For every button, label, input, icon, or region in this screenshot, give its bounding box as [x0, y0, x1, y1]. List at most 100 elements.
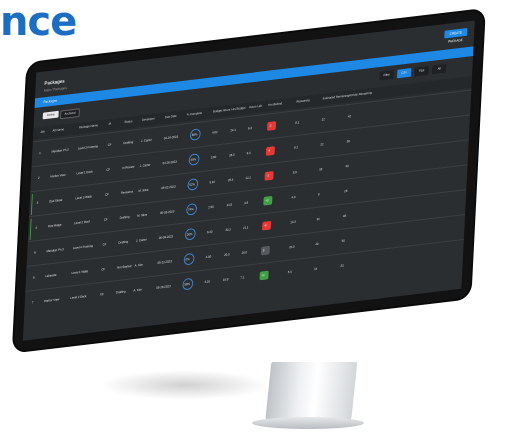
status-badge-text: -4: [267, 148, 271, 153]
cell-hours: 12.2: [245, 175, 252, 181]
column-header[interactable]: Job: [40, 130, 45, 134]
column-header[interactable]: Remaining: [296, 98, 310, 103]
cell-m: CF: [100, 292, 104, 297]
cell-pkg: Level 3 Walls: [75, 194, 92, 201]
csv-export-button[interactable]: CSV: [396, 68, 412, 79]
cell-dev: M. Silva: [138, 187, 149, 193]
table-body: 1 Meridian Ph 2 Level 2 Framing CF Drafting J…: [24, 21, 475, 317]
tab-archived[interactable]: Archived: [60, 108, 80, 120]
cell-hours: 24.1: [230, 127, 236, 133]
cell-percent: 74%: [187, 207, 194, 212]
cell-pkg: Level 4 Framing: [72, 243, 93, 251]
cell-alt: Lakeside: [45, 272, 57, 279]
cell-due: 04-24-2023: [163, 134, 179, 141]
cell-id: 1: [39, 151, 41, 156]
cell-hours: 30.2: [225, 227, 231, 233]
cell-remaining: 40: [345, 164, 349, 169]
create-package-button[interactable]: CREATE PACKAGE: [444, 28, 468, 44]
cell-status: Drafting: [115, 289, 126, 295]
show-all-button[interactable]: All: [432, 63, 447, 75]
cell-remaining: 36: [346, 139, 350, 144]
cell-remaining: 20.0: [288, 244, 295, 250]
cell-hours: 2.90: [208, 204, 214, 210]
pdf-export-button[interactable]: PDF: [414, 65, 429, 77]
cell-hours: 6.3: [247, 126, 252, 131]
column-header[interactable]: Due Date: [165, 114, 177, 119]
row-accent: [29, 218, 32, 240]
cell-remaining: 9: [317, 192, 320, 197]
cell-status: In Review: [122, 164, 135, 170]
cell-dev: J. Carter: [135, 237, 147, 243]
cell-id: 4: [35, 225, 38, 230]
cell-percent: 30%: [186, 232, 193, 237]
cell-id: 7: [31, 300, 34, 305]
cell-status: Drafting: [123, 140, 134, 146]
cell-m: CF: [103, 217, 108, 222]
cell-alt: Oak Street: [48, 197, 63, 204]
cell-dev: A. Kim: [133, 287, 142, 293]
column-header[interactable]: Activity Remaining: [349, 91, 372, 98]
status-badge-text: 0: [262, 248, 265, 253]
breadcrumb[interactable]: Main / Packages: [44, 86, 67, 93]
cell-remaining: 4.0: [291, 195, 296, 200]
cell-remaining: 5.4: [287, 269, 292, 275]
cell-pkg: Level 1 Walls: [71, 269, 89, 276]
cell-status: Not Started: [117, 264, 132, 270]
cell-remaining: 33: [340, 263, 344, 268]
cell-remaining: 40: [315, 241, 319, 247]
cell-m: CF: [102, 242, 107, 247]
cell-m: CF: [106, 167, 111, 172]
filter-button[interactable]: Filter: [379, 70, 394, 81]
cell-percent: 0%: [185, 257, 190, 262]
cell-hours: 5.10: [209, 179, 216, 185]
cell-hours: 18.0: [229, 152, 235, 158]
app-screen: Packages Main / Packages CREATE PACKAGE …: [22, 20, 475, 341]
cell-hours: 20.0: [224, 252, 230, 257]
column-header[interactable]: Status: [124, 119, 132, 124]
cell-remaining: 31: [316, 216, 320, 222]
cell-dev: J. Carter: [140, 137, 152, 143]
column-header[interactable]: Hours Left: [249, 104, 262, 109]
column-header[interactable]: % Complete: [187, 111, 202, 117]
column-header[interactable]: Alt Name: [52, 127, 64, 132]
cell-percent: 68%: [191, 132, 198, 137]
cell-hours: 3.20: [204, 279, 211, 285]
cell-dev: M. Silva: [137, 212, 148, 218]
column-header[interactable]: Hrs Budget: [231, 106, 245, 111]
column-header[interactable]: Developer: [142, 117, 155, 122]
cell-hours: 4.82: [211, 130, 218, 135]
column-header[interactable]: Budget Hours: [213, 108, 230, 114]
cell-remaining: 18: [319, 167, 323, 172]
cell-hours: 21.1: [242, 225, 249, 230]
column-header[interactable]: Hrs Behind: [268, 101, 282, 106]
cell-remaining: 48: [342, 213, 347, 219]
cell-pkg: Level 1 Deck: [76, 169, 93, 176]
tab-active[interactable]: Active: [42, 110, 59, 120]
column-header[interactable]: Package Name: [79, 123, 98, 129]
cell-remaining: 12: [321, 117, 325, 122]
cell-hours: 7.1: [240, 275, 245, 280]
monitor-stand-base: [252, 417, 364, 429]
cell-percent: 45%: [190, 157, 197, 162]
column-header[interactable]: M: [109, 122, 112, 126]
cell-hours: 14.5: [226, 202, 233, 208]
column-header[interactable]: Estimated Remaining: [323, 94, 350, 101]
cell-alt: Harbor View: [50, 172, 66, 179]
cell-m: CF: [105, 192, 109, 197]
cell-m: CF: [101, 267, 106, 272]
cell-remaining: 14.3: [290, 219, 296, 225]
status-badge-text: -2: [268, 123, 272, 128]
cell-remaining: 22: [320, 142, 324, 147]
cell-dev: J. Carter: [139, 162, 151, 168]
cell-status: Drafting: [118, 239, 129, 245]
cell-due: 04-26-2023: [162, 159, 177, 166]
cell-hours: 3.60: [210, 154, 217, 160]
cell-due: 05-16-2023: [156, 284, 171, 290]
status-badge-text: +3: [265, 198, 269, 203]
cell-hours: 9.4: [246, 150, 251, 156]
status-badge-text: +1: [261, 273, 265, 278]
cell-remaining: 6.2: [293, 145, 299, 150]
cell-hours: 16.8: [222, 277, 229, 282]
cell-hours: 6.40: [206, 229, 213, 235]
cell-percent: 58%: [184, 281, 191, 287]
